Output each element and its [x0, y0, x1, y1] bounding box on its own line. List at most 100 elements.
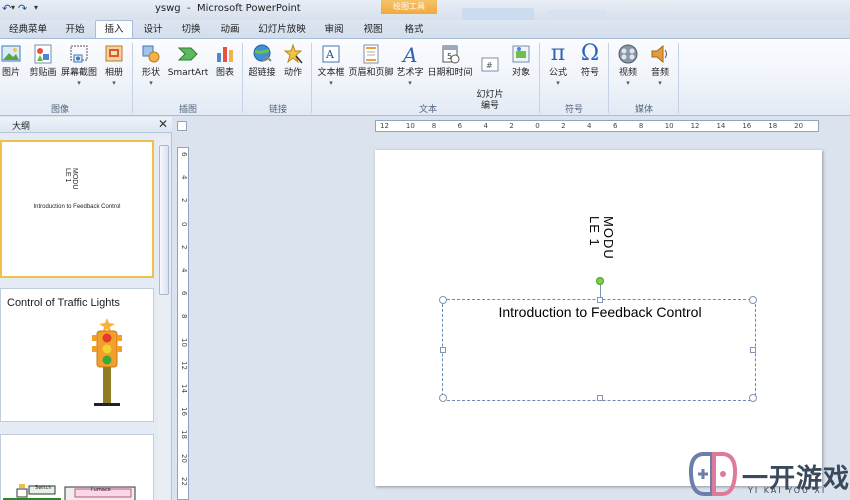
video-button[interactable]: 视频 ▾ — [614, 43, 642, 87]
group-separator — [608, 43, 609, 113]
header-footer-button[interactable]: 页眉和页脚 — [347, 43, 395, 79]
ruler-tick-label: 14 — [180, 384, 188, 393]
dropdown-arrow-icon: ▾ — [556, 79, 560, 87]
equation-button[interactable]: π 公式 ▾ — [544, 43, 572, 88]
hyperlink-icon — [253, 44, 272, 62]
slide-vertical-title[interactable]: MODU LE 1 — [587, 216, 616, 260]
smartart-label: SmartArt — [167, 68, 209, 78]
audio-button[interactable]: 音频 ▾ — [646, 43, 674, 87]
photo-album-button[interactable]: 相册 ▾ — [101, 43, 127, 87]
textbox-button[interactable]: A 文本框 ▾ — [315, 43, 347, 87]
resize-handle-top-left[interactable] — [439, 296, 447, 304]
ruler-tick-label: 16 — [180, 407, 188, 417]
photo-album-icon — [105, 45, 123, 62]
dropdown-arrow-icon: ▾ — [658, 79, 662, 87]
tab-review[interactable]: 审阅 — [317, 22, 351, 38]
ruler-tick-label: 6 — [612, 122, 618, 130]
close-icon[interactable]: ✕ — [158, 118, 168, 130]
date-time-button[interactable]: 5 日期和时间 — [427, 43, 473, 79]
group-separator — [539, 43, 540, 113]
slide-thumbnail-2[interactable]: Control of Traffic Lights — [0, 288, 154, 422]
undo-dropdown-icon[interactable]: ▾ — [11, 3, 15, 12]
picture-button[interactable]: 图片 — [0, 43, 24, 79]
group-separator — [242, 43, 243, 113]
slide-editing-area: 12 10 8 6 4 2 0 2 4 6 8 10 12 14 16 18 20 6 4 2 0 2 4 6 8 10 12 14… — [173, 117, 850, 500]
symbol-icon: Ω — [580, 41, 600, 66]
tab-home[interactable]: 开始 — [58, 22, 92, 38]
tab-animations[interactable]: 动画 — [213, 22, 247, 38]
clipart-button[interactable]: 剪贴画 — [27, 43, 59, 79]
smartart-icon — [177, 47, 198, 61]
switch-label: Switch — [35, 485, 52, 491]
chart-button[interactable]: 图表 — [212, 43, 238, 79]
ruler-tick-label: 8 — [180, 314, 188, 319]
vertical-ruler[interactable]: 6 4 2 0 2 4 6 8 10 12 14 16 18 20 22 — [177, 147, 189, 500]
resize-handle-top[interactable] — [597, 297, 603, 303]
tab-outline[interactable]: 大纲 — [12, 119, 30, 132]
ruler-tick-label: 6 — [180, 152, 188, 157]
slide-canvas[interactable]: MODU LE 1 Introduction to Feedback Contr… — [375, 150, 822, 486]
group-label-illustrations: 插图 — [178, 105, 197, 115]
traffic-light-icon — [92, 318, 122, 406]
tab-slideshow[interactable]: 幻灯片放映 — [253, 22, 311, 38]
dropdown-arrow-icon: ▾ — [149, 79, 153, 87]
dropdown-arrow-icon: ▾ — [77, 79, 81, 87]
resize-handle-left[interactable] — [440, 347, 446, 353]
screenshot-button[interactable]: 屏幕截图 ▾ — [60, 43, 98, 87]
resize-handle-top-right[interactable] — [749, 296, 757, 304]
group-label-images: 图像 — [50, 105, 69, 115]
ruler-tick-label: 12 — [180, 360, 188, 370]
hyperlink-button[interactable]: 超链接 — [246, 43, 278, 79]
resize-handle-right[interactable] — [750, 347, 756, 353]
customize-quick-access-icon[interactable]: ▾ — [34, 3, 38, 12]
scrollbar-thumb[interactable] — [159, 145, 169, 295]
slide-number-button[interactable]: # 幻灯片 编号 — [474, 43, 506, 112]
ribbon: 图片 剪贴画 屏幕截图 ▾ 相册 ▾ 图像 形状 ▾ SmartArt 图表 插… — [0, 38, 850, 116]
resize-handle-bottom-right[interactable] — [749, 394, 757, 402]
ruler-tick-label: 10 — [180, 337, 188, 347]
slide-thumbnail-3[interactable]: Switch Furnace — [0, 434, 154, 500]
ruler-tick-label: 4 — [180, 268, 188, 273]
slide-number-icon: # — [481, 57, 499, 72]
tab-transitions[interactable]: 切换 — [174, 22, 208, 38]
title-bar: ↶ ▾ ↷ ▾ yswg - Microsoft PowerPoint 绘图工具 — [0, 0, 850, 28]
picture-icon — [1, 45, 21, 62]
photo-album-label: 相册 — [104, 68, 123, 78]
symbol-button[interactable]: Ω 符号 — [576, 43, 604, 79]
ruler-tab-selector[interactable] — [177, 121, 187, 131]
header-footer-icon — [363, 44, 379, 64]
resize-handle-bottom-left[interactable] — [439, 394, 447, 402]
ruler-tick-label: 2 — [561, 122, 566, 130]
action-button[interactable]: 动作 — [280, 43, 306, 79]
resize-handle-bottom[interactable] — [597, 395, 603, 401]
ruler-tick-label: 22 — [180, 476, 188, 486]
ribbon-tabs: 经典菜单 开始 插入 设计 切换 动画 幻灯片放映 审阅 视图 格式 — [0, 20, 850, 39]
wordart-button[interactable]: A 艺术字 ▾ — [395, 43, 425, 87]
ruler-tick-label: 4 — [180, 175, 188, 180]
tab-view[interactable]: 视图 — [356, 22, 390, 38]
tab-format[interactable]: 格式 — [395, 22, 433, 38]
slide-subtitle[interactable]: Introduction to Feedback Control — [443, 304, 757, 320]
object-button[interactable]: 对象 — [508, 43, 534, 79]
slide-thumbnail-1[interactable]: MODU LE 1 Introduction to Feedback Contr… — [0, 140, 154, 278]
tab-classic-menu[interactable]: 经典菜单 — [6, 22, 50, 38]
ruler-tick-label: 2 — [180, 244, 188, 250]
action-label: 动作 — [283, 68, 302, 78]
shapes-button[interactable]: 形状 ▾ — [137, 43, 165, 87]
tab-design[interactable]: 设计 — [136, 22, 170, 38]
redo-icon[interactable]: ↷ — [18, 3, 30, 15]
svg-text:#: # — [486, 61, 493, 70]
chart-label: 图表 — [215, 68, 234, 78]
video-label: 视频 — [618, 68, 637, 78]
date-time-label: 日期和时间 — [427, 68, 473, 78]
subtitle-textbox[interactable]: Introduction to Feedback Control — [439, 277, 757, 402]
thumbnail-subtitle: Introduction to Feedback Control — [33, 204, 121, 210]
horizontal-ruler[interactable]: 12 10 8 6 4 2 0 2 4 6 8 10 12 14 16 18 20 — [375, 120, 819, 132]
clipart-label: 剪贴画 — [29, 68, 57, 78]
thumbnail-scrollbar[interactable] — [158, 137, 170, 500]
rotation-handle[interactable] — [596, 277, 604, 285]
group-label-media: 媒体 — [634, 105, 653, 115]
ruler-tick-label: 4 — [483, 122, 488, 130]
smartart-button[interactable]: SmartArt — [166, 43, 210, 79]
tab-insert[interactable]: 插入 — [95, 20, 133, 39]
